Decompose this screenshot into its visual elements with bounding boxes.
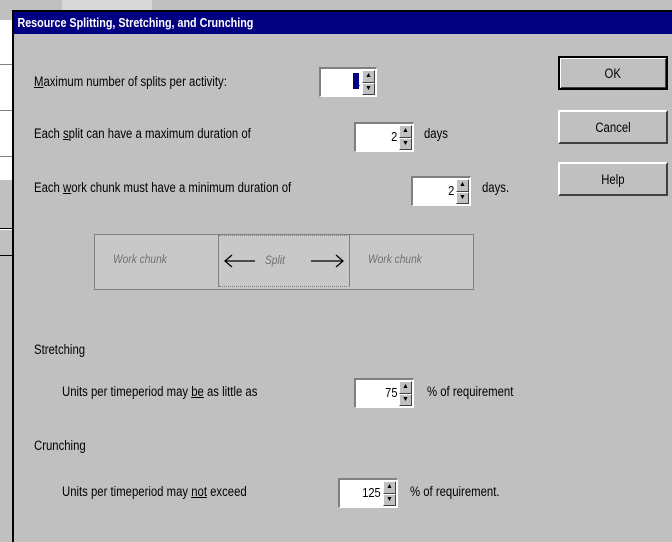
crunching-unit: % of requirement. bbox=[410, 484, 500, 499]
ok-button[interactable]: OK bbox=[558, 56, 668, 90]
crunching-spinner[interactable]: 125 ▲ ▼ bbox=[338, 478, 398, 508]
spin-up-icon[interactable]: ▲ bbox=[362, 70, 375, 83]
help-button-label: Help bbox=[601, 171, 625, 187]
crunching-value[interactable]: 125 bbox=[363, 485, 381, 500]
work-chunk-right-box: Work chunk bbox=[349, 235, 473, 287]
stretching-label: Units per timeperiod may be as little as bbox=[62, 384, 257, 399]
crunching-label-text: Units per timeperiod may bbox=[62, 484, 192, 499]
crunching-arrows[interactable]: ▲ ▼ bbox=[383, 481, 396, 506]
min-chunk-unit: days. bbox=[482, 180, 510, 195]
spin-down-icon[interactable]: ▼ bbox=[399, 137, 412, 150]
crunching-label: Units per timeperiod may not exceed bbox=[62, 484, 247, 499]
max-duration-label-text: Each bbox=[34, 126, 64, 141]
dialog-title: Resource Splitting, Stretching, and Crun… bbox=[17, 16, 254, 30]
spin-down-icon[interactable]: ▼ bbox=[383, 493, 396, 506]
min-chunk-value[interactable]: 2 bbox=[448, 183, 454, 198]
stretching-spinner[interactable]: 75 ▲ ▼ bbox=[354, 378, 414, 408]
spin-up-icon[interactable]: ▲ bbox=[399, 125, 412, 138]
text-cursor bbox=[353, 73, 359, 89]
stretching-label-text-rest: as little as bbox=[203, 384, 258, 399]
min-chunk-label-text-rest: ork chunk must have a minimum duration o… bbox=[71, 180, 292, 195]
stretching-heading: Stretching bbox=[34, 342, 86, 357]
max-duration-label-text-rest: plit can have a maximum duration of bbox=[68, 126, 251, 141]
max-splits-label-mnemonic: M bbox=[34, 74, 44, 89]
max-splits-label: Maximum number of splits per activity: bbox=[34, 74, 227, 89]
ok-button-label: OK bbox=[604, 65, 622, 81]
split-diagram: Work chunk Split Work chunk bbox=[94, 234, 474, 290]
min-chunk-label: Each work chunk must have a minimum dura… bbox=[34, 180, 291, 195]
work-chunk-left-label: Work chunk bbox=[113, 252, 167, 266]
split-gap: Split bbox=[219, 235, 347, 287]
max-splits-label-text: aximum number of splits per activity: bbox=[43, 74, 227, 89]
max-duration-value[interactable]: 2 bbox=[391, 129, 397, 144]
spin-down-icon[interactable]: ▼ bbox=[456, 191, 469, 204]
stretching-label-text: Units per timeperiod may bbox=[62, 384, 192, 399]
spin-up-icon[interactable]: ▲ bbox=[383, 481, 396, 494]
spin-up-icon[interactable]: ▲ bbox=[399, 381, 412, 394]
stretching-arrows[interactable]: ▲ ▼ bbox=[399, 381, 412, 406]
help-button[interactable]: Help bbox=[558, 162, 668, 196]
spin-down-icon[interactable]: ▼ bbox=[399, 393, 412, 406]
crunching-label-mnemonic: not bbox=[191, 484, 207, 499]
work-chunk-left-box: Work chunk bbox=[95, 235, 219, 287]
max-splits-spinner[interactable]: 1 ▲ ▼ bbox=[319, 67, 377, 97]
spin-down-icon[interactable]: ▼ bbox=[362, 82, 375, 95]
stretching-unit: % of requirement bbox=[427, 384, 514, 399]
min-chunk-spinner[interactable]: 2 ▲ ▼ bbox=[411, 176, 471, 206]
stretching-label-mnemonic: be bbox=[191, 384, 204, 399]
spin-up-icon[interactable]: ▲ bbox=[456, 179, 469, 192]
max-splits-arrows[interactable]: ▲ ▼ bbox=[362, 70, 375, 95]
max-duration-unit: days bbox=[424, 126, 448, 141]
max-duration-spinner[interactable]: 2 ▲ ▼ bbox=[354, 122, 414, 152]
min-chunk-label-text: Each bbox=[34, 180, 64, 195]
max-duration-arrows[interactable]: ▲ ▼ bbox=[399, 125, 412, 150]
min-chunk-arrows[interactable]: ▲ ▼ bbox=[456, 179, 469, 204]
max-duration-label: Each split can have a maximum duration o… bbox=[34, 126, 251, 141]
min-chunk-label-mnemonic: w bbox=[63, 180, 72, 195]
cancel-button[interactable]: Cancel bbox=[558, 110, 668, 144]
title-bar[interactable]: Resource Splitting, Stretching, and Crun… bbox=[14, 12, 672, 34]
resource-splitting-dialog: Resource Splitting, Stretching, and Crun… bbox=[12, 10, 672, 542]
crunching-label-text-rest: exceed bbox=[206, 484, 247, 499]
split-label: Split bbox=[265, 253, 285, 267]
background-toolbar bbox=[62, 0, 152, 10]
stretching-value[interactable]: 75 bbox=[385, 385, 397, 400]
cancel-button-label: Cancel bbox=[595, 119, 631, 135]
crunching-heading: Crunching bbox=[34, 438, 86, 453]
work-chunk-right-label: Work chunk bbox=[368, 252, 422, 266]
